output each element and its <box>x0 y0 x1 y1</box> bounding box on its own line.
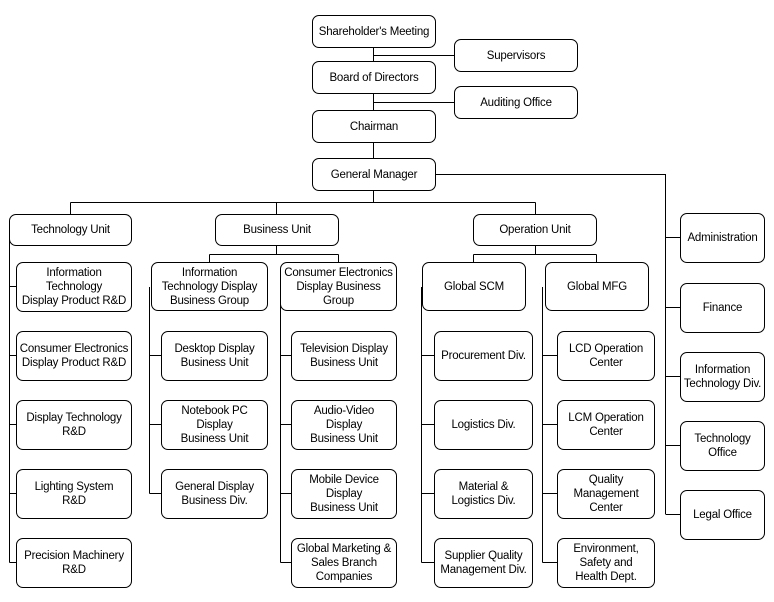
tech-rd-box: Consumer Electronics Display Product R&D <box>16 331 132 381</box>
supervisors-box: Supervisors <box>454 39 578 72</box>
technology-unit-box: Technology Unit <box>9 214 132 246</box>
manufacturing-center-box: Environment, Safety and Health Dept. <box>557 538 655 588</box>
operation-division-box: Procurement Div. <box>434 331 533 381</box>
business-subunit-box: General Display Business Div. <box>161 469 268 519</box>
tech-rd-box: Precision Machinery R&D <box>16 538 132 588</box>
operation-division-box: Logistics Div. <box>434 400 533 450</box>
business-subunit-box: Television Display Business Unit <box>291 331 397 381</box>
ce-display-group-box: Consumer Electronics Display Business Gr… <box>280 262 397 311</box>
business-subunit-box: Mobile Device Display Business Unit <box>291 469 397 519</box>
legal-office-box: Legal Office <box>680 490 765 540</box>
tech-rd-box: Information Technology Display Product R… <box>16 262 132 312</box>
it-division-box: Information Technology Div. <box>680 352 765 402</box>
business-unit-box: Business Unit <box>215 214 339 246</box>
chairman-box: Chairman <box>312 110 436 143</box>
global-mfg-box: Global MFG <box>545 262 649 311</box>
business-subunit-box: Audio-Video Display Business Unit <box>291 400 397 450</box>
tech-rd-box: Display Technology R&D <box>16 400 132 450</box>
business-subunit-box: Notebook PC Display Business Unit <box>161 400 268 450</box>
business-subunit-box: Global Marketing & Sales Branch Companie… <box>291 538 397 588</box>
operation-division-box: Material & Logistics Div. <box>434 469 533 519</box>
technology-office-box: Technology Office <box>680 421 765 471</box>
operation-division-box: Supplier Quality Management Div. <box>434 538 533 588</box>
tech-rd-box: Lighting System R&D <box>16 469 132 519</box>
global-scm-box: Global SCM <box>422 262 526 311</box>
finance-box: Finance <box>680 283 765 333</box>
shareholders-meeting-box: Shareholder's Meeting <box>312 15 436 48</box>
auditing-office-box: Auditing Office <box>454 86 578 119</box>
org-chart: Shareholder's Meeting Supervisors Board … <box>0 0 774 602</box>
manufacturing-center-box: Quality Management Center <box>557 469 655 519</box>
manufacturing-center-box: LCM Operation Center <box>557 400 655 450</box>
it-display-group-box: Information Technology Display Business … <box>151 262 268 311</box>
operation-unit-box: Operation Unit <box>473 214 597 246</box>
manufacturing-center-box: LCD Operation Center <box>557 331 655 381</box>
administration-box: Administration <box>680 213 765 263</box>
general-manager-box: General Manager <box>312 158 436 191</box>
board-of-directors-box: Board of Directors <box>312 61 436 94</box>
business-subunit-box: Desktop Display Business Unit <box>161 331 268 381</box>
